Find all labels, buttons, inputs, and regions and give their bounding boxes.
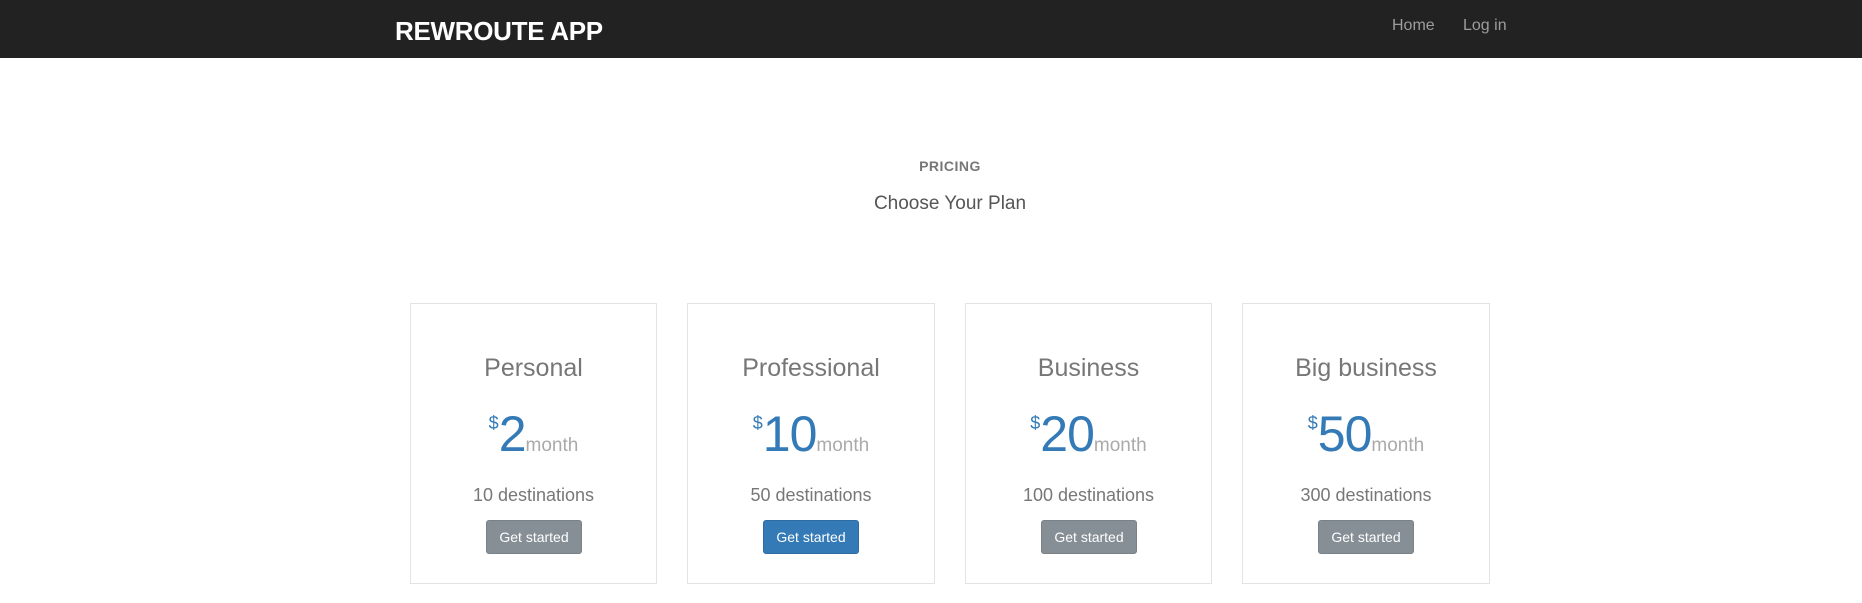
plan-name: Personal — [484, 354, 583, 382]
brand-logo[interactable]: REWROUTE APP — [395, 16, 603, 47]
currency-symbol: $ — [488, 413, 499, 433]
nav-link-login[interactable]: Log in — [1463, 17, 1507, 35]
price-amount: 10 — [762, 406, 818, 462]
price-amount: 50 — [1317, 406, 1373, 462]
plan-name: Big business — [1295, 354, 1437, 382]
section-label: PRICING — [919, 158, 981, 174]
plan-name: Professional — [742, 354, 880, 382]
plan-card-professional: Professional $10month 50 destinations Ge… — [687, 303, 935, 584]
get-started-button[interactable]: Get started — [1318, 520, 1414, 554]
price-period: month — [525, 435, 579, 456]
plan-card-business: Business $20month 100 destinations Get s… — [965, 303, 1212, 584]
top-navbar: REWROUTE APP Home Log in — [0, 0, 1862, 58]
plan-destinations: 50 destinations — [750, 485, 872, 505]
nav-link-home[interactable]: Home — [1392, 17, 1435, 35]
plan-destinations: 100 destinations — [1022, 485, 1155, 505]
get-started-button[interactable]: Get started — [486, 520, 582, 554]
plan-card-personal: Personal $2month 10 destinations Get sta… — [410, 303, 657, 584]
price-amount: 2 — [498, 406, 527, 462]
plan-card-big-business: Big business $50month 300 destinations G… — [1242, 303, 1490, 584]
plan-name: Business — [1037, 354, 1140, 382]
price-period: month — [816, 435, 870, 456]
price-period: month — [1093, 435, 1147, 456]
plan-price: $2month — [411, 409, 656, 459]
price-amount: 20 — [1040, 406, 1095, 462]
price-period: month — [1371, 435, 1425, 456]
section-title: Choose Your Plan — [873, 193, 1027, 214]
currency-symbol: $ — [752, 413, 763, 433]
plan-price: $10month — [688, 409, 934, 459]
get-started-button[interactable]: Get started — [1041, 520, 1137, 554]
currency-symbol: $ — [1030, 413, 1041, 433]
plan-price: $20month — [966, 409, 1211, 459]
plan-destinations: 300 destinations — [1300, 485, 1432, 505]
plan-price: $50month — [1243, 409, 1489, 459]
plan-destinations: 10 destinations — [472, 485, 595, 505]
get-started-button[interactable]: Get started — [763, 520, 859, 554]
currency-symbol: $ — [1307, 413, 1318, 433]
